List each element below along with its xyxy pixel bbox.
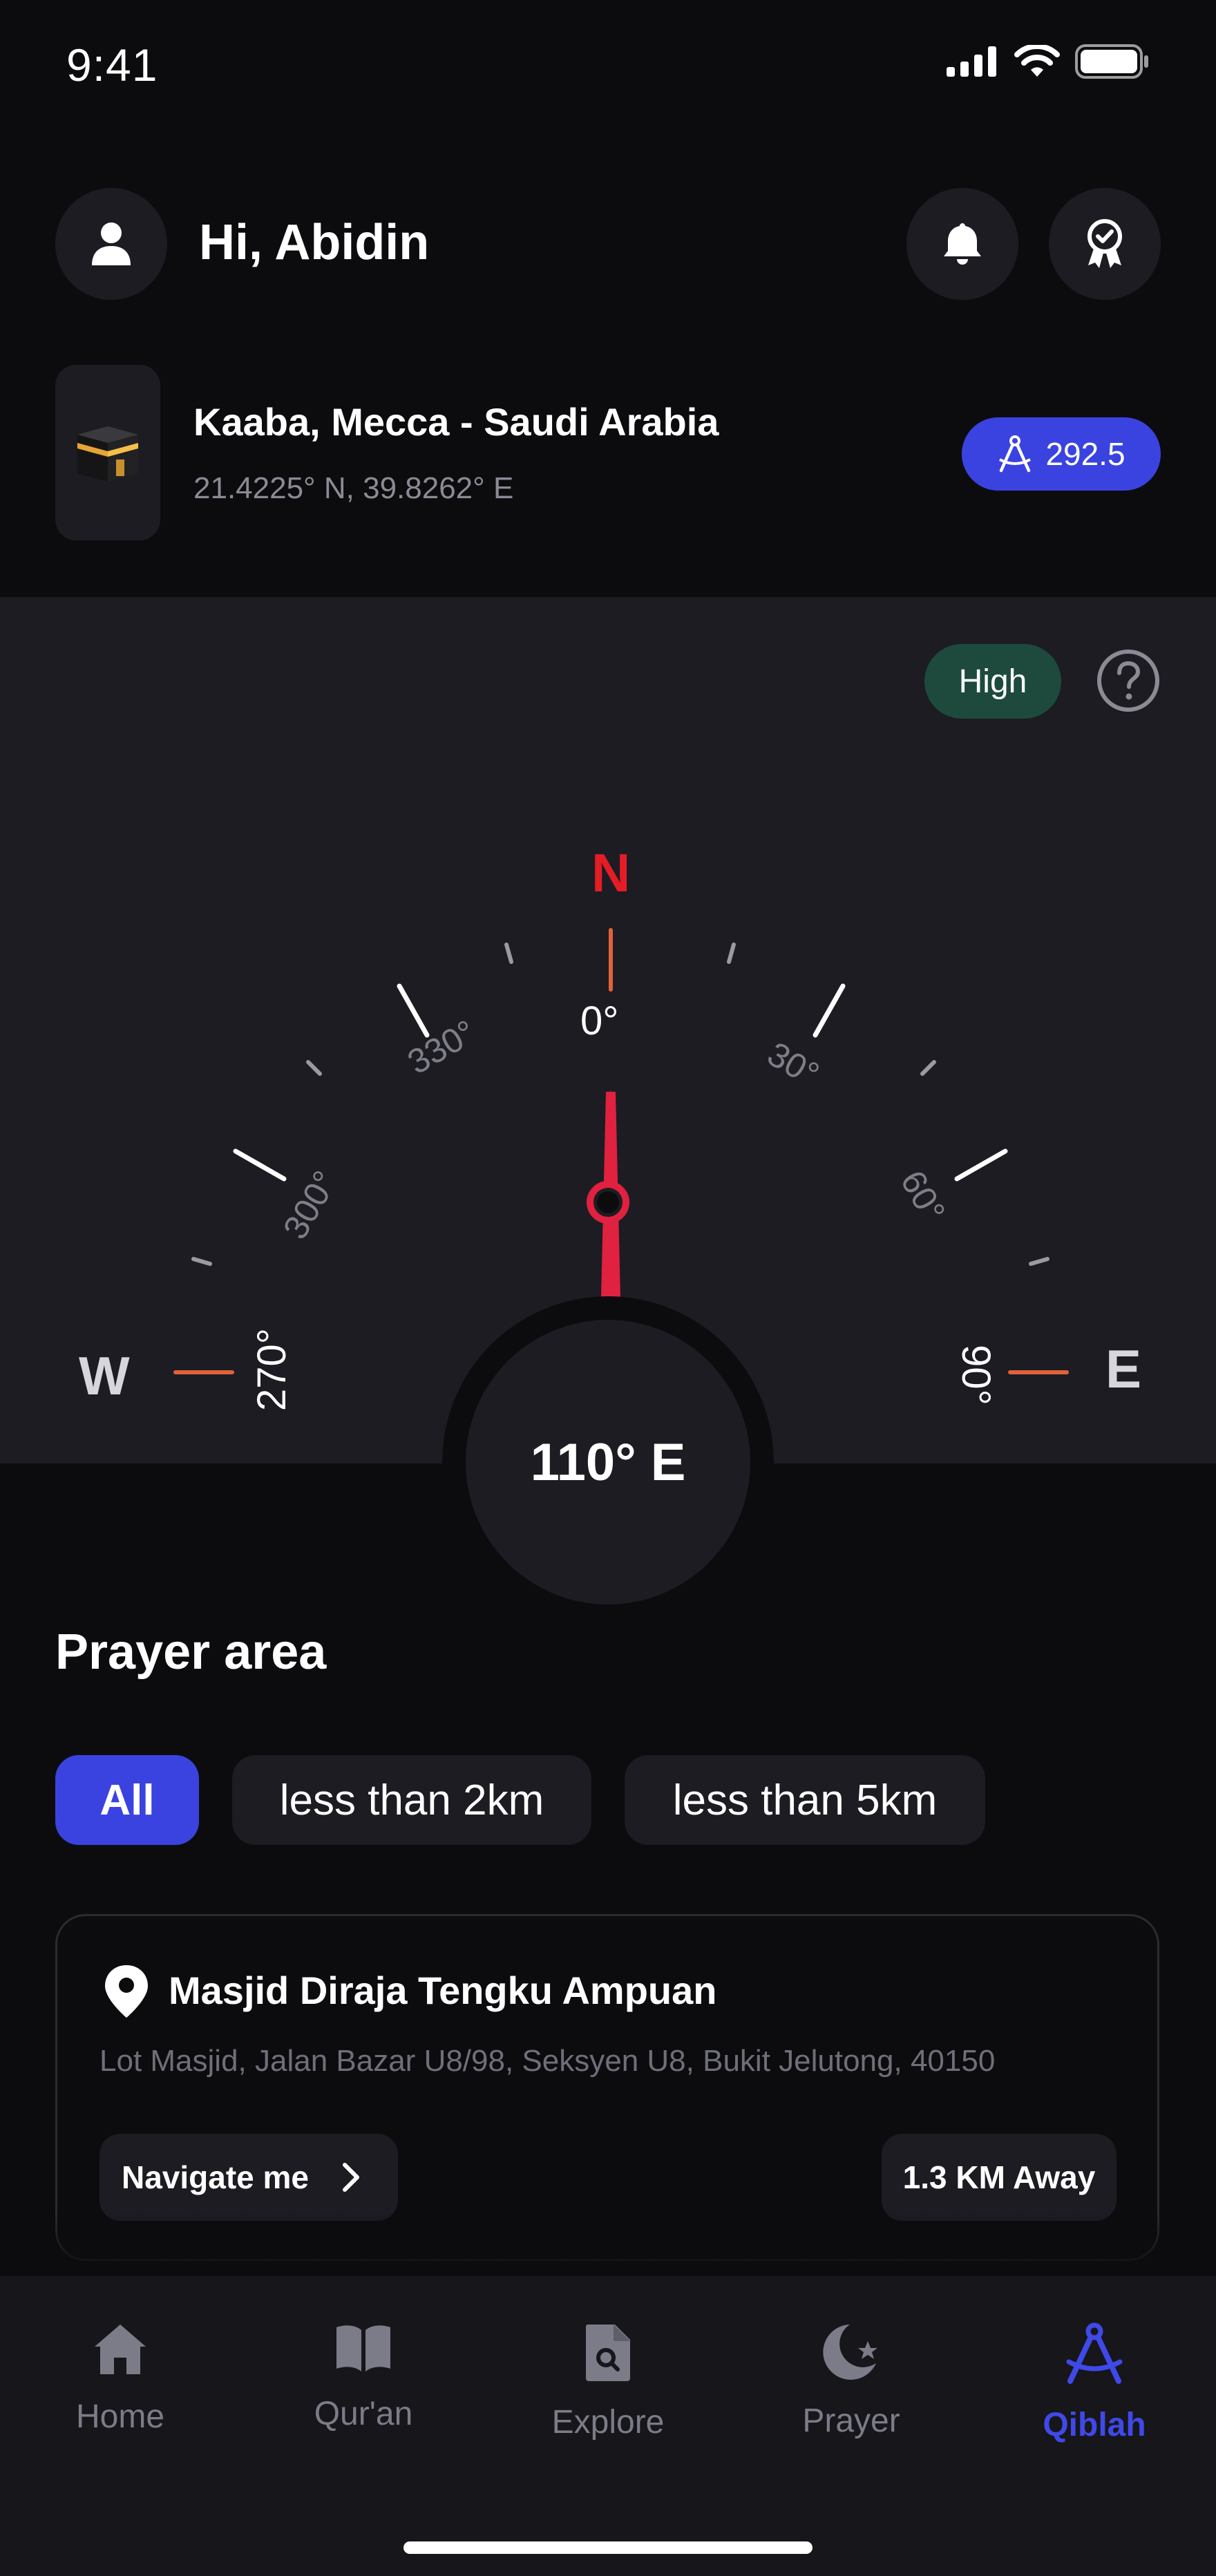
heading-readout: 110° E [466,1320,750,1604]
tab-prayer[interactable]: Prayer [761,2322,941,2440]
tab-explore-label: Explore [551,2404,665,2441]
status-icons [947,44,1150,79]
kaaba-icon [77,426,138,482]
achievements-button[interactable] [1049,188,1161,300]
bottom-fade [0,2211,1216,2277]
qibla-direction-value: 292.5 [1045,436,1125,472]
qibla-compass-icon [1066,2322,1123,2384]
filter-less-than-5km[interactable]: less than 5km [625,1755,985,1845]
notifications-button[interactable] [906,188,1018,300]
filter-all[interactable]: All [55,1755,199,1845]
tick-300 [233,1148,287,1182]
east-label: E [1105,1338,1142,1399]
location-pin-icon [105,1965,148,2018]
tick-285 [191,1257,212,1266]
filter-less-than-2km[interactable]: less than 2km [232,1755,591,1845]
tick-label-270: 270° [249,1328,294,1411]
crescent-star-icon [823,2324,877,2380]
tick-45 [920,1060,936,1076]
tick-15 [727,943,736,964]
tab-quran[interactable]: Qur'an [274,2322,453,2433]
book-icon [336,2325,390,2371]
mosque-address: Lot Masjid, Jalan Bazar U8/98, Seksyen U… [99,2044,996,2078]
home-indicator [403,2541,813,2554]
location-title: Kaaba, Mecca - Saudi Arabia [193,400,719,444]
navigate-button[interactable]: Navigate me [99,2134,398,2221]
kaaba-thumbnail [55,365,160,540]
explore-icon [586,2324,630,2381]
navigate-label: Navigate me [122,2159,310,2195]
tab-qiblah-label: Qiblah [1043,2407,1146,2443]
tick-315 [306,1060,322,1076]
distance-badge: 1.3 KM Away [882,2134,1117,2221]
status-time: 9:41 [66,39,158,91]
award-badge-icon [1087,219,1122,268]
wifi-icon [1014,45,1060,77]
prayer-area-title: Prayer area [55,1625,327,1680]
tick-label-0: 0° [580,998,619,1043]
compass-tool-icon [999,435,1032,473]
tab-explore[interactable]: Explore [518,2322,698,2441]
mosque-name: Masjid Diraja Tengku Ampuan [169,1969,717,2012]
chevron-right-icon [343,2163,360,2192]
west-label: W [79,1345,130,1406]
tick-60 [954,1148,1008,1182]
profile-avatar-button[interactable] [55,188,167,300]
tab-quran-label: Qur'an [314,2396,413,2432]
signal-icon [947,46,996,77]
tab-qiblah[interactable]: Qiblah [1005,2322,1184,2444]
north-label: N [591,842,631,903]
user-icon [92,222,131,265]
tick-330 [397,983,430,1038]
tick-75 [1029,1257,1049,1266]
tick-345 [504,943,513,964]
battery-icon [1075,44,1148,79]
tab-home[interactable]: Home [30,2322,210,2436]
greeting-text: Hi, Abidin [199,215,430,270]
location-coordinates: 21.4225° N, 39.8262° E [193,471,514,505]
tab-home-label: Home [75,2398,165,2435]
tick-label-90: 90° [953,1345,998,1405]
home-icon [95,2324,146,2374]
qibla-direction-badge[interactable]: 292.5 [962,417,1161,491]
tab-prayer-label: Prayer [802,2403,900,2439]
tick-30 [813,983,846,1038]
bell-icon [944,223,981,265]
